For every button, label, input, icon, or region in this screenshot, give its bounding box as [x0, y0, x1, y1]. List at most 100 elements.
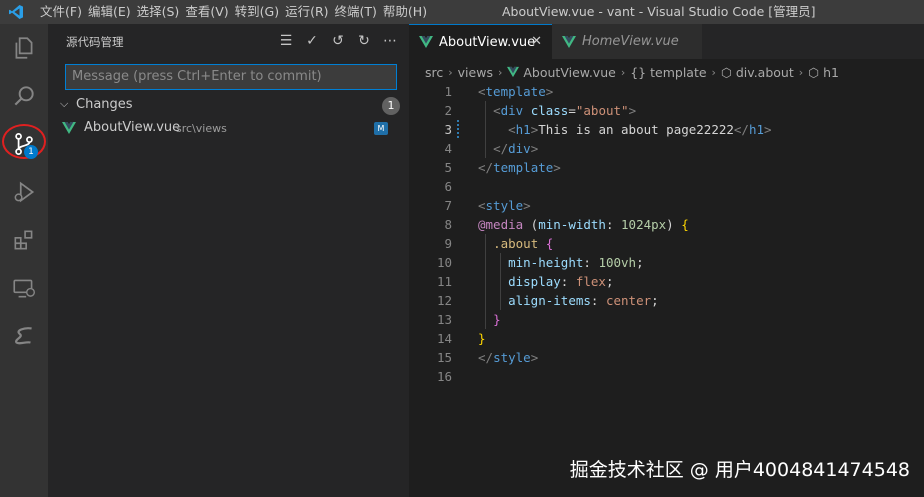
menu-item[interactable]: 选择(S) — [137, 0, 186, 24]
source-control-panel: 源代码管理 ☰ ✓ ↺ ↻ ⋯ Message (press Ctrl+Ente… — [48, 24, 409, 497]
editor-tabs: AboutView.vue ✕ HomeView.vue — [409, 24, 924, 59]
remote-explorer-icon[interactable] — [0, 264, 48, 312]
code-token: </ — [478, 160, 494, 175]
code-token: display — [508, 274, 561, 289]
line-number: 10 — [436, 255, 452, 270]
line-content: </template> — [478, 158, 561, 177]
breadcrumb-item[interactable]: h1 — [823, 65, 839, 80]
tab-label: HomeView.vue — [582, 34, 679, 49]
code-line[interactable]: 4 </div> — [409, 139, 924, 158]
stylus-icon[interactable] — [0, 312, 48, 360]
modified-line-gutter-marker — [457, 120, 459, 139]
code-token: : — [590, 293, 606, 308]
code-token: style — [493, 350, 531, 365]
tab-aboutview[interactable]: AboutView.vue ✕ — [409, 24, 552, 59]
tab-label: AboutView.vue — [439, 34, 536, 50]
code-token: align-items — [508, 293, 591, 308]
code-token: : — [605, 217, 622, 232]
code-token: </ — [478, 350, 494, 365]
panel-actions: ☰ ✓ ↺ ↻ ⋯ — [277, 32, 399, 50]
line-content: <h1>This is an about page22222</h1> — [478, 120, 771, 139]
code-line[interactable]: 6 — [409, 177, 924, 196]
menu-bar: 文件(F) 编辑(E) 选择(S) 查看(V) 转到(G) 运行(R) 终端(T) 帮助(H) — [40, 0, 433, 24]
indent-guide — [485, 234, 487, 329]
chevron-right-icon: › — [448, 65, 453, 79]
search-icon[interactable] — [0, 72, 48, 120]
code-line[interactable]: 15 </style> — [409, 348, 924, 367]
line-number: 12 — [436, 293, 452, 308]
code-token: center — [605, 293, 652, 308]
explorer-icon[interactable] — [0, 24, 48, 72]
code-line[interactable]: 8 @media (min-width: 1024px) { — [409, 215, 924, 234]
code-token: = — [568, 103, 576, 118]
line-number: 5 — [444, 160, 452, 175]
vue-file-icon — [562, 35, 576, 48]
extensions-icon[interactable] — [0, 216, 48, 264]
code-token: flex — [575, 274, 606, 289]
run-debug-icon[interactable] — [0, 168, 48, 216]
changed-file-item[interactable]: AboutView.vue src\views M — [62, 120, 396, 140]
line-content: </div> — [478, 139, 538, 158]
code-line[interactable]: 7 <style> — [409, 196, 924, 215]
code-line[interactable]: 14} — [409, 329, 924, 348]
code-line[interactable]: 10 min-height: 100vh; — [409, 253, 924, 272]
line-content: } — [478, 310, 501, 329]
code-token: : — [560, 274, 576, 289]
code-token: < — [478, 84, 486, 99]
commit-message-input[interactable]: Message (press Ctrl+Enter to commit) — [65, 64, 397, 90]
symbol-element-icon: ⬡ — [808, 64, 820, 80]
file-name: AboutView.vue — [84, 120, 181, 135]
symbol-element-icon: ⬡ — [720, 64, 732, 80]
view-as-tree-icon[interactable]: ☰ — [277, 32, 295, 50]
code-token: < — [493, 103, 501, 118]
tab-homeview[interactable]: HomeView.vue — [552, 24, 702, 59]
menu-item[interactable]: 运行(R) — [285, 0, 334, 24]
breadcrumb-item[interactable]: AboutView.vue — [523, 65, 615, 80]
code-line[interactable]: 1 <template> — [409, 82, 924, 101]
activity-bar: 1 — [0, 24, 48, 497]
line-content: @media (min-width: 1024px) { — [478, 215, 689, 234]
chevron-right-icon: › — [497, 65, 503, 79]
history-icon[interactable]: ↺ — [329, 32, 347, 50]
code-line[interactable]: 16 — [409, 367, 924, 386]
code-token: 100vh — [598, 255, 637, 270]
close-icon[interactable]: ✕ — [531, 34, 542, 49]
code-line[interactable]: 2 <div class="about"> — [409, 101, 924, 120]
code-token: > — [545, 84, 554, 99]
code-line[interactable]: 5 </template> — [409, 158, 924, 177]
changes-group[interactable]: ⌵ Changes 1 — [60, 97, 400, 115]
code-line[interactable]: 3 <h1>This is an about page22222</h1> — [409, 120, 924, 139]
menu-item[interactable]: 编辑(E) — [88, 0, 137, 24]
code-line[interactable]: 9 .about { — [409, 234, 924, 253]
breadcrumb-item[interactable]: div.about — [736, 65, 794, 80]
menu-item[interactable]: 帮助(H) — [383, 0, 433, 24]
line-number: 14 — [436, 331, 452, 346]
code-token: ; — [605, 274, 614, 289]
line-number: 16 — [436, 369, 452, 384]
commit-check-icon[interactable]: ✓ — [303, 32, 321, 50]
code-line[interactable]: 11 display: flex; — [409, 272, 924, 291]
menu-item[interactable]: 文件(F) — [40, 0, 88, 24]
code-token: ( — [523, 217, 539, 232]
menu-item[interactable]: 转到(G) — [235, 0, 285, 24]
source-control-icon[interactable]: 1 — [0, 120, 48, 168]
code-line[interactable]: 13 } — [409, 310, 924, 329]
breadcrumb-item[interactable]: src — [425, 65, 443, 80]
breadcrumb-item[interactable]: views — [458, 65, 493, 80]
refresh-icon[interactable]: ↻ — [355, 32, 373, 50]
menu-item[interactable]: 查看(V) — [185, 0, 234, 24]
code-token: min-height — [508, 255, 584, 270]
code-line[interactable]: 12 align-items: center; — [409, 291, 924, 310]
more-actions-icon[interactable]: ⋯ — [381, 32, 399, 50]
line-content: <style> — [478, 196, 531, 215]
line-number: 9 — [444, 236, 452, 251]
breadcrumb-item[interactable]: {} template — [630, 65, 706, 80]
menu-item[interactable]: 终端(T) — [335, 0, 383, 24]
code-token: ; — [636, 255, 644, 270]
code-token: < — [508, 122, 516, 137]
code-token: 1024px — [621, 217, 667, 232]
code-token: } — [493, 312, 501, 327]
